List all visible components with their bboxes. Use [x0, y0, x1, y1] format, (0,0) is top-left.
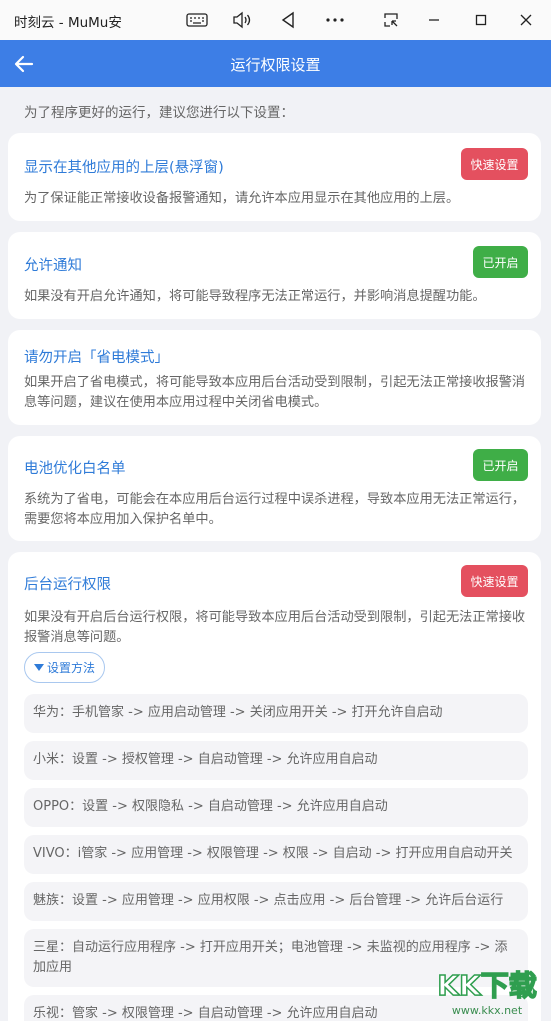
watermark-logo: KK下载 www.kkx.net	[437, 968, 538, 1017]
pin-window-icon[interactable]	[378, 8, 404, 32]
app-header: 运行权限设置	[0, 40, 551, 87]
card-description: 系统为了省电，可能会在本应用后台运行过程中误杀进程，导致本应用无法正常运行，需要…	[24, 492, 526, 527]
card-description: 如果没有开启允许通知，将可能导致程序无法正常运行，并影响消息提醒功能。	[24, 289, 486, 304]
back-triangle-icon[interactable]	[275, 8, 301, 32]
list-item: 魅族：设置 -> 应用管理 -> 应用权限 -> 点击应用 -> 后台管理 ->…	[24, 882, 528, 921]
watermark-sub: www.kkx.net	[452, 1004, 523, 1017]
quick-setup-button[interactable]: 快速设置	[461, 565, 528, 597]
card-title: 电池优化白名单	[24, 461, 126, 477]
triangle-down-icon	[33, 664, 44, 671]
page-title: 运行权限设置	[230, 56, 321, 74]
close-icon[interactable]	[513, 8, 539, 32]
setup-method-button[interactable]: 设置方法	[24, 652, 105, 683]
card-background-permission: 后台运行权限 快速设置 如果没有开启后台运行权限，将可能导致本应用后台活动受到限…	[8, 552, 541, 1021]
card-title: 请勿开启「省电模式」	[24, 350, 169, 366]
more-icon[interactable]	[322, 8, 348, 32]
card-description: 如果没有开启后台运行权限，将可能导致本应用后台活动受到限制，引起无法正常接收报警…	[24, 610, 526, 645]
card-title: 后台运行权限	[24, 577, 111, 593]
enabled-button[interactable]: 已开启	[473, 246, 528, 278]
quick-setup-button[interactable]: 快速设置	[461, 148, 528, 180]
watermark-main: KK下载	[437, 969, 536, 1002]
card-battery-whitelist: 电池优化白名单 已开启 系统为了省电，可能会在本应用后台运行过程中误杀进程，导致…	[8, 436, 541, 541]
card-notification: 允许通知 已开启 如果没有开启允许通知，将可能导致程序无法正常运行，并影响消息提…	[8, 232, 541, 319]
card-description: 为了保证能正常接收设备报警通知，请允许本应用显示在其他应用的上层。	[24, 191, 460, 206]
list-item: VIVO：i管家 -> 应用管理 -> 权限管理 -> 权限 -> 自启动 ->…	[24, 835, 528, 874]
volume-icon[interactable]	[229, 8, 255, 32]
intro-text: 为了程序更好的运行，建议您进行以下设置：	[24, 105, 294, 121]
maximize-icon[interactable]	[468, 8, 494, 32]
card-title: 允许通知	[24, 258, 82, 274]
card-title: 显示在其他应用的上层(悬浮窗)	[24, 160, 224, 176]
list-item: 华为：手机管家 -> 应用启动管理 -> 关闭应用开关 -> 打开允许自启动	[24, 694, 528, 733]
keyboard-icon[interactable]	[184, 8, 210, 32]
minimize-icon[interactable]	[421, 8, 447, 32]
card-description: 如果开启了省电模式，将可能导致本应用后台活动受到限制，引起无法正常接收报警消息等…	[24, 375, 526, 410]
setup-method-label: 设置方法	[46, 661, 95, 675]
list-item: OPPO：设置 -> 权限隐私 -> 自启动管理 -> 允许应用自启动	[24, 788, 528, 827]
card-power-saving: 请勿开启「省电模式」 如果开启了省电模式，将可能导致本应用后台活动受到限制，引起…	[8, 330, 541, 425]
enabled-button[interactable]: 已开启	[473, 449, 528, 481]
card-overlay-permission: 显示在其他应用的上层(悬浮窗) 快速设置 为了保证能正常接收设备报警通知，请允许…	[8, 133, 541, 221]
window-titlebar: 时刻云 - MuMu安	[0, 0, 551, 40]
list-item: 小米：设置 -> 授权管理 -> 自启动管理 -> 允许应用自启动	[24, 741, 528, 780]
window-title: 时刻云 - MuMu安	[14, 15, 122, 31]
